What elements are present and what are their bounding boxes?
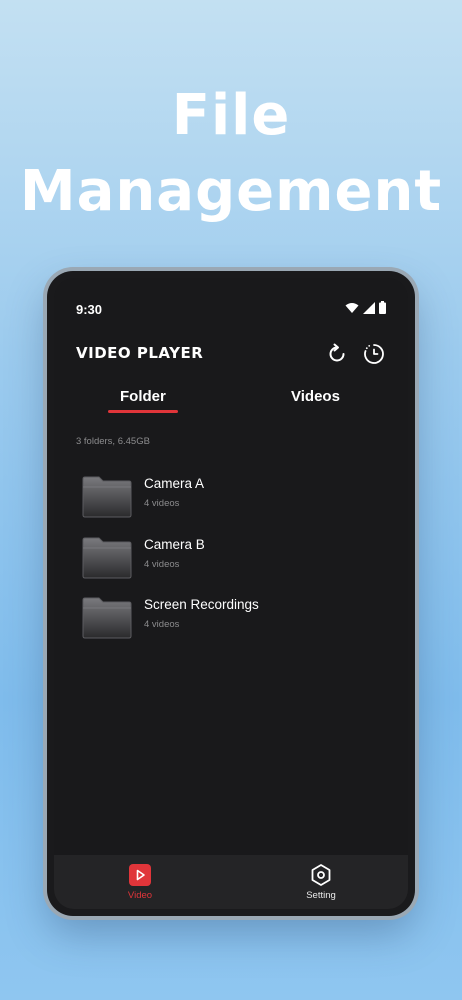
nav-item-setting[interactable]: Setting bbox=[281, 863, 361, 901]
folder-name: Camera B bbox=[144, 537, 205, 552]
folder-video-count: 4 videos bbox=[144, 559, 180, 570]
nav-label-video: Video bbox=[127, 890, 153, 901]
folder-icon bbox=[82, 476, 132, 518]
status-time: 9:30 bbox=[76, 302, 103, 317]
status-icons bbox=[345, 301, 386, 314]
folder-name: Camera A bbox=[144, 476, 205, 491]
app-screen: 9:30 VIDEO PLAYER Folder Videos 3 folder… bbox=[54, 278, 408, 909]
tab-videos[interactable]: Videos bbox=[291, 388, 340, 405]
history-clock-icon[interactable] bbox=[362, 342, 386, 366]
tab-folder-indicator bbox=[108, 410, 178, 413]
app-title: VIDEO PLAYER bbox=[76, 344, 204, 362]
folder-icon bbox=[82, 537, 132, 579]
battery-icon bbox=[379, 301, 386, 314]
phone-frame: 9:30 VIDEO PLAYER Folder Videos 3 folder… bbox=[47, 271, 415, 916]
video-play-icon bbox=[129, 864, 151, 886]
folder-video-count: 4 videos bbox=[144, 619, 180, 630]
folder-video-count: 4 videos bbox=[144, 498, 180, 509]
wifi-icon bbox=[345, 302, 359, 313]
folder-item-screen-recordings[interactable]: Screen Recordings 4 videos bbox=[74, 597, 394, 645]
tab-folder[interactable]: Folder bbox=[120, 388, 166, 405]
nav-label-setting: Setting bbox=[306, 890, 336, 901]
bottom-navigation: Video Setting bbox=[54, 855, 408, 909]
promo-headline-line2: Management bbox=[19, 159, 443, 224]
folder-summary: 3 folders, 6.45GB bbox=[76, 436, 150, 447]
nav-item-video[interactable]: Video bbox=[100, 863, 180, 901]
folder-name: Screen Recordings bbox=[144, 597, 259, 612]
cellular-signal-icon bbox=[363, 301, 375, 314]
promo-headline-line1: File bbox=[171, 83, 291, 148]
folder-item-camera-b[interactable]: Camera B 4 videos bbox=[74, 537, 394, 585]
folder-item-camera-a[interactable]: Camera A 4 videos bbox=[74, 476, 394, 524]
folder-icon bbox=[82, 597, 132, 639]
settings-hexagon-icon bbox=[311, 864, 331, 886]
refresh-icon[interactable] bbox=[325, 342, 349, 366]
